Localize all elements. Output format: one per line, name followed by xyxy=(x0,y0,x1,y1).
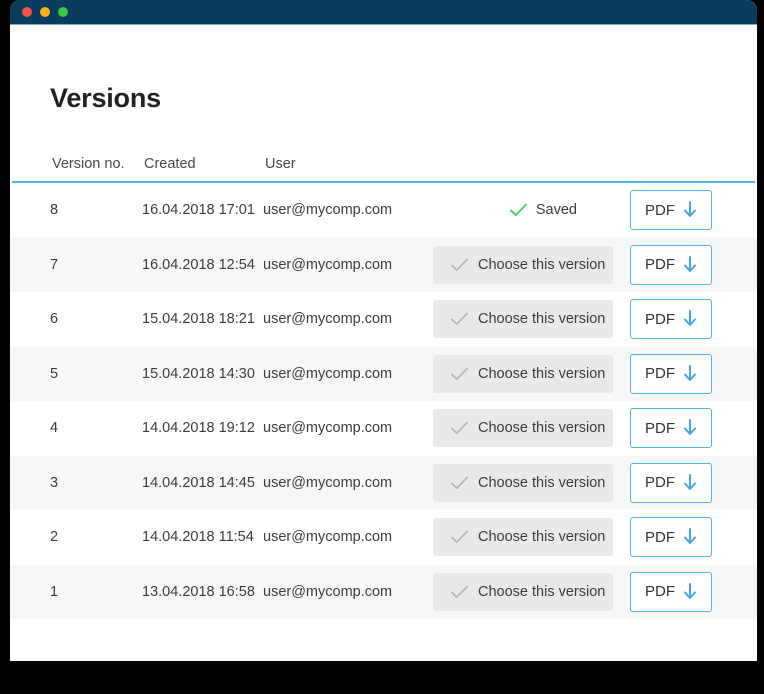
column-header-user: User xyxy=(265,156,296,172)
choose-this-version-label: Choose this version xyxy=(478,257,605,273)
download-pdf-label: PDF xyxy=(645,475,675,490)
download-pdf-label: PDF xyxy=(645,257,675,272)
choose-this-version-label: Choose this version xyxy=(478,475,605,491)
page-title: Versions xyxy=(50,83,161,114)
cell-version-number: 8 xyxy=(50,202,58,218)
cell-user-email: user@mycomp.com xyxy=(263,529,392,545)
traffic-light-group xyxy=(22,0,68,24)
download-arrow-icon xyxy=(683,365,697,383)
check-icon xyxy=(451,421,468,435)
minimize-button-icon[interactable] xyxy=(40,7,50,17)
cell-user-email: user@mycomp.com xyxy=(263,584,392,600)
download-pdf-label: PDF xyxy=(645,584,675,599)
close-button-icon[interactable] xyxy=(22,7,32,17)
download-pdf-button[interactable]: PDF xyxy=(630,245,712,285)
check-icon xyxy=(451,585,468,599)
choose-this-version-button[interactable]: Choose this version xyxy=(433,355,613,393)
table-row: 5 15.04.2018 14:30 user@mycomp.com Choose t… xyxy=(10,347,757,402)
maximize-button-icon[interactable] xyxy=(58,7,68,17)
window-content: Versions Version no. Created User 8 16.04… xyxy=(10,25,757,660)
cell-user-email: user@mycomp.com xyxy=(263,420,392,436)
cell-version-number: 5 xyxy=(50,366,58,382)
column-header-version: Version no. xyxy=(52,156,125,172)
table-row: 4 14.04.2018 19:12 user@mycomp.com Choose t… xyxy=(10,401,757,456)
cell-version-number: 1 xyxy=(50,584,58,600)
table-row: 3 14.04.2018 14:45 user@mycomp.com Choose t… xyxy=(10,456,757,511)
table-row: 2 14.04.2018 11:54 user@mycomp.com Choose t… xyxy=(10,510,757,565)
choose-this-version-label: Choose this version xyxy=(478,420,605,436)
status-badge-saved: Saved xyxy=(510,202,577,218)
choose-this-version-label: Choose this version xyxy=(478,529,605,545)
download-pdf-label: PDF xyxy=(645,312,675,327)
choose-this-version-button[interactable]: Choose this version xyxy=(433,518,613,556)
choose-this-version-button[interactable]: Choose this version xyxy=(433,300,613,338)
download-pdf-button[interactable]: PDF xyxy=(630,517,712,557)
download-arrow-icon xyxy=(683,419,697,437)
check-icon xyxy=(451,312,468,326)
cell-version-number: 2 xyxy=(50,529,58,545)
window-titlebar xyxy=(10,0,757,25)
download-arrow-icon xyxy=(683,256,697,274)
download-pdf-label: PDF xyxy=(645,530,675,545)
cell-version-number: 7 xyxy=(50,257,58,273)
table-row: 6 15.04.2018 18:21 user@mycomp.com Choose t… xyxy=(10,292,757,347)
cell-user-email: user@mycomp.com xyxy=(263,366,392,382)
check-icon xyxy=(451,367,468,381)
check-icon xyxy=(451,476,468,490)
choose-this-version-button[interactable]: Choose this version xyxy=(433,573,613,611)
table-row: 1 13.04.2018 16:58 user@mycomp.com Choose t… xyxy=(10,565,757,620)
cell-user-email: user@mycomp.com xyxy=(263,257,392,273)
cell-created-date: 14.04.2018 19:12 xyxy=(142,420,255,436)
table-body: 8 16.04.2018 17:01 user@mycomp.com Saved PDF… xyxy=(10,183,757,619)
choose-this-version-button[interactable]: Choose this version xyxy=(433,246,613,284)
download-arrow-icon xyxy=(683,310,697,328)
choose-this-version-button[interactable]: Choose this version xyxy=(433,464,613,502)
cell-user-email: user@mycomp.com xyxy=(263,475,392,491)
choose-this-version-label: Choose this version xyxy=(478,366,605,382)
cell-created-date: 14.04.2018 11:54 xyxy=(142,529,254,545)
choose-this-version-label: Choose this version xyxy=(478,311,605,327)
choose-this-version-label: Choose this version xyxy=(478,584,605,600)
download-arrow-icon xyxy=(683,583,697,601)
download-pdf-label: PDF xyxy=(645,366,675,381)
app-window: Versions Version no. Created User 8 16.04… xyxy=(10,0,757,661)
cell-user-email: user@mycomp.com xyxy=(263,311,392,327)
cell-created-date: 13.04.2018 16:58 xyxy=(142,584,255,600)
download-pdf-button[interactable]: PDF xyxy=(630,408,712,448)
check-icon xyxy=(510,203,527,217)
check-icon xyxy=(451,258,468,272)
download-arrow-icon xyxy=(683,474,697,492)
cell-version-number: 3 xyxy=(50,475,58,491)
download-pdf-button[interactable]: PDF xyxy=(630,190,712,230)
table-row: 8 16.04.2018 17:01 user@mycomp.com Saved PDF xyxy=(10,183,757,238)
download-pdf-button[interactable]: PDF xyxy=(630,463,712,503)
table-row: 7 16.04.2018 12:54 user@mycomp.com Choose t… xyxy=(10,238,757,293)
cell-created-date: 16.04.2018 17:01 xyxy=(142,202,255,218)
status-badge-label: Saved xyxy=(536,202,577,218)
cell-created-date: 15.04.2018 14:30 xyxy=(142,366,255,382)
download-pdf-label: PDF xyxy=(645,421,675,436)
download-pdf-button[interactable]: PDF xyxy=(630,299,712,339)
cell-user-email: user@mycomp.com xyxy=(263,202,392,218)
check-icon xyxy=(451,530,468,544)
download-pdf-label: PDF xyxy=(645,203,675,218)
download-pdf-button[interactable]: PDF xyxy=(630,572,712,612)
cell-created-date: 15.04.2018 18:21 xyxy=(142,311,255,327)
choose-this-version-button[interactable]: Choose this version xyxy=(433,409,613,447)
versions-table: Version no. Created User 8 16.04.2018 17:… xyxy=(10,143,757,619)
download-pdf-button[interactable]: PDF xyxy=(630,354,712,394)
cell-version-number: 6 xyxy=(50,311,58,327)
cell-version-number: 4 xyxy=(50,420,58,436)
cell-created-date: 16.04.2018 12:54 xyxy=(142,257,255,273)
download-arrow-icon xyxy=(683,528,697,546)
table-header-row: Version no. Created User xyxy=(12,143,755,183)
download-arrow-icon xyxy=(683,201,697,219)
cell-created-date: 14.04.2018 14:45 xyxy=(142,475,255,491)
column-header-created: Created xyxy=(144,156,196,172)
